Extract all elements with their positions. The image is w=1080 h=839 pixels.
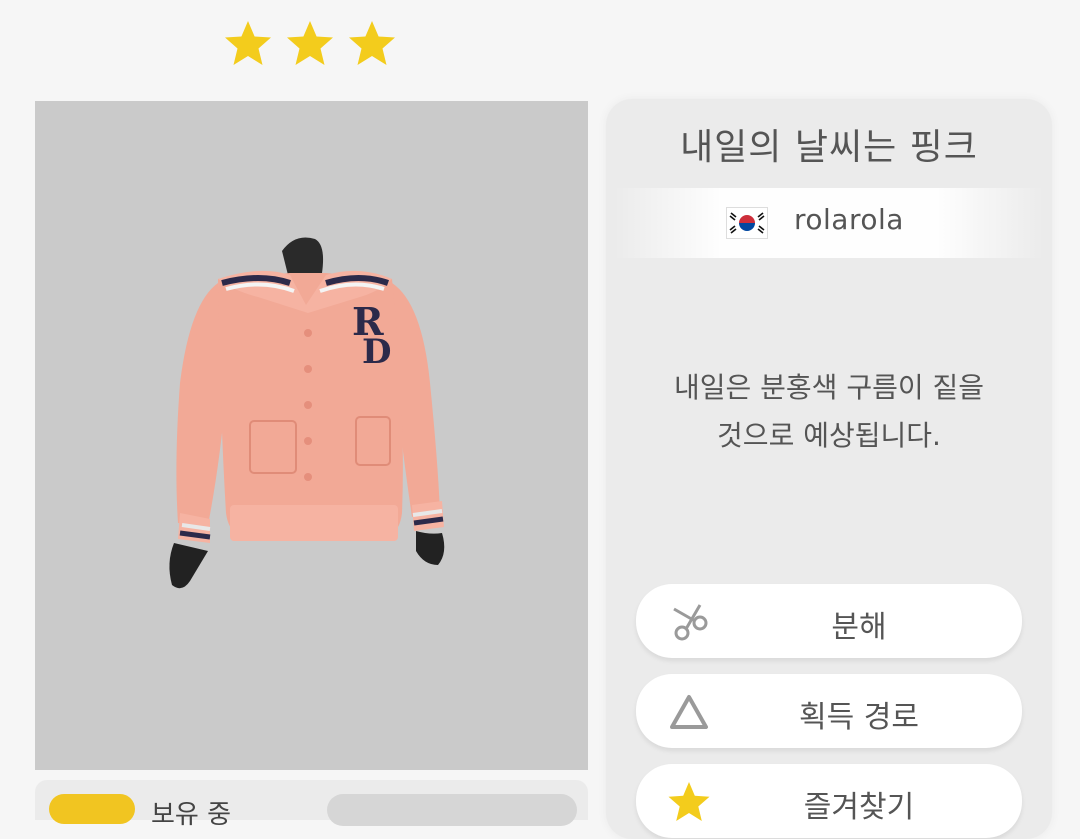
dismantle-label: 분해: [831, 610, 887, 645]
star-icon: [349, 21, 395, 65]
item-preview: R D: [35, 101, 588, 770]
svg-text:D: D: [362, 332, 391, 372]
creator-row: rolarola: [614, 188, 1044, 258]
korea-flag-icon: [726, 207, 768, 239]
item-description: 내일은 분홍색 구름이 짙을 것으로 예상됩니다.: [636, 364, 1022, 460]
dismantle-button[interactable]: 분해: [636, 584, 1022, 658]
owned-label: 보유 중: [151, 800, 232, 830]
owned-count-pill: [327, 794, 577, 826]
acquisition-path-label: 획득 경로: [799, 700, 919, 735]
star-icon: [225, 21, 271, 65]
acquisition-path-button[interactable]: 획득 경로: [636, 674, 1022, 748]
owned-count-badge: [49, 794, 135, 824]
owned-strip: 보유 중: [35, 780, 588, 830]
favorite-label: 즐겨찾기: [803, 790, 915, 825]
rarity-stars: [222, 18, 398, 70]
favorite-button[interactable]: 즐겨찾기: [636, 764, 1022, 838]
creator-name: rolarola: [794, 203, 904, 236]
description-line: 내일은 분홍색 구름이 짙을: [673, 371, 985, 404]
description-line: 것으로 예상됩니다.: [717, 419, 941, 452]
star-icon: [287, 21, 333, 65]
item-title: 내일의 날씨는 핑크: [680, 127, 978, 168]
cardigan-image: R D: [169, 237, 445, 589]
